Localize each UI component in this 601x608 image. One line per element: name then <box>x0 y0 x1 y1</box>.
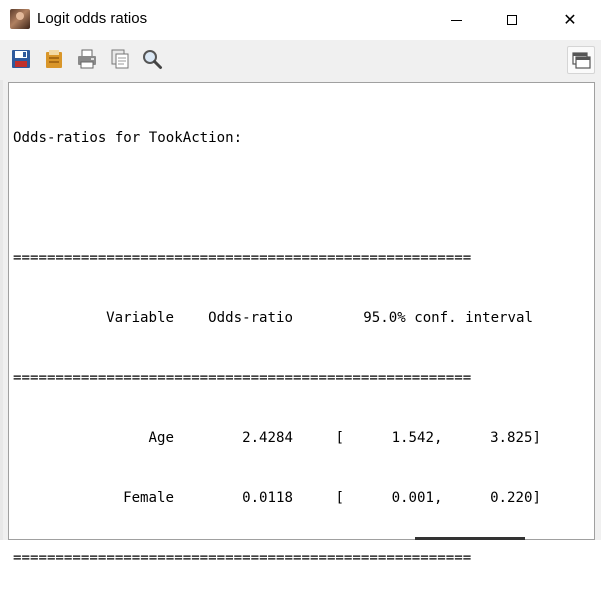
row-odds-ratio: 0.0118 <box>242 490 293 506</box>
open-icon <box>46 50 62 68</box>
window-title: Logit odds ratios <box>37 10 148 27</box>
open-button[interactable] <box>43 48 65 70</box>
header-variable: Variable <box>106 310 174 326</box>
toolbar <box>0 40 601 80</box>
output-pane[interactable]: Odds-ratios for TookAction: ============… <box>8 82 595 566</box>
header-row: Variable Odds-ratio 95.0% conf. interval <box>13 308 594 328</box>
app-portrait-icon <box>10 9 30 29</box>
left-edge-strip <box>0 80 3 540</box>
table-row: Age 2.4284[1.542, 3.825] <box>13 428 594 448</box>
row-variable: Age <box>148 430 174 446</box>
header-conf-interval: 95.0% conf. interval <box>363 310 533 326</box>
rule-top: ========================================… <box>13 250 472 266</box>
print-button[interactable] <box>76 48 98 70</box>
rule-bottom: ========================================… <box>13 550 472 566</box>
row-ci-low: 0.001 <box>391 490 434 506</box>
window-icon <box>572 52 591 69</box>
minimize-icon <box>450 19 462 21</box>
rule-mid: ========================================… <box>13 370 472 386</box>
window-menu-button[interactable] <box>567 46 595 74</box>
close-icon: ✕ <box>563 12 577 29</box>
save-icon <box>12 50 30 68</box>
results-output: Odds-ratios for TookAction: ============… <box>9 83 594 608</box>
copy-button[interactable] <box>109 48 131 70</box>
minimize-button[interactable] <box>433 0 479 40</box>
row-variable: Female <box>123 490 174 506</box>
find-button[interactable] <box>141 48 163 70</box>
table-row: Female 0.0118[0.001, 0.220] <box>13 488 594 508</box>
maximize-icon <box>507 15 517 25</box>
maximize-button[interactable] <box>489 0 535 40</box>
row-ci-low: 1.542 <box>391 430 434 446</box>
copy-icon <box>111 49 129 69</box>
save-button[interactable] <box>10 48 32 70</box>
row-ci-high: 0.220 <box>490 490 533 506</box>
find-icon <box>143 50 162 69</box>
row-odds-ratio: 2.4284 <box>242 430 293 446</box>
close-button[interactable]: ✕ <box>547 0 593 40</box>
output-heading: Odds-ratios for TookAction: <box>13 130 243 146</box>
header-odds-ratio: Odds-ratio <box>208 310 293 326</box>
application-window: Logit odds ratios ✕ Odds-ratios for Took… <box>0 0 601 566</box>
row-ci-high: 3.825 <box>490 430 533 446</box>
print-icon <box>78 49 96 69</box>
title-bar: Logit odds ratios ✕ <box>0 0 601 40</box>
